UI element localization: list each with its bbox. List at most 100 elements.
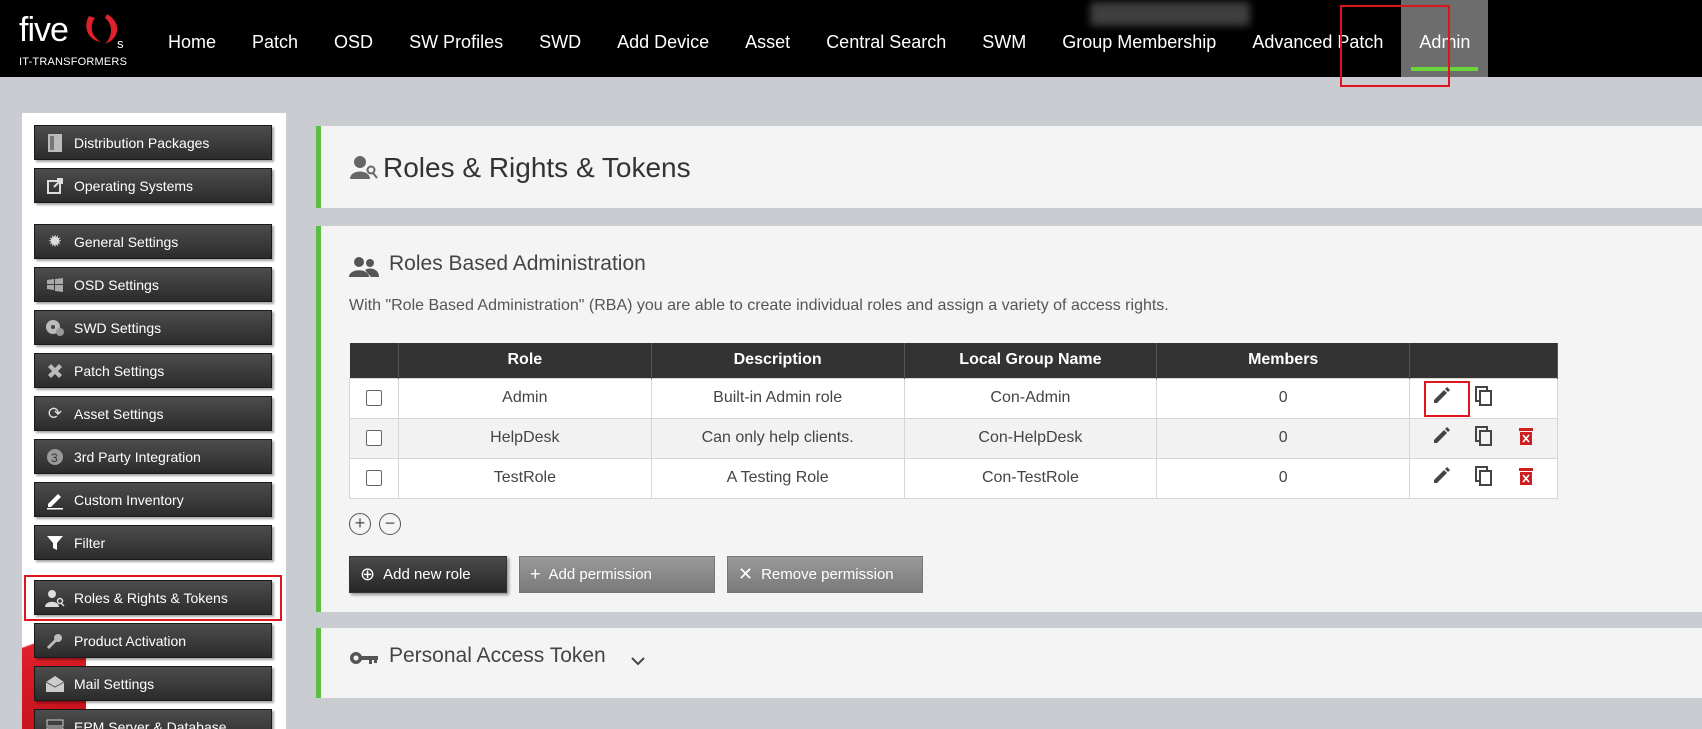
nav-central-search[interactable]: Central Search: [808, 0, 964, 77]
users-icon: [349, 256, 379, 283]
edit-highlight-box: [1424, 381, 1470, 417]
edit-icon[interactable]: [1422, 466, 1460, 491]
rba-description: With "Role Based Administration" (RBA) y…: [349, 297, 1169, 314]
sidebar-item-3rd-party-integration[interactable]: 3 3rd Party Integration: [34, 439, 272, 474]
column-header-local-group[interactable]: Local Group Name: [904, 343, 1158, 378]
delete-icon[interactable]: [1507, 466, 1545, 491]
row-checkbox[interactable]: [365, 389, 382, 406]
role-cell: Admin: [397, 377, 652, 419]
patch-icon: [42, 361, 68, 381]
nav-sw-profiles[interactable]: SW Profiles: [391, 0, 521, 77]
add-new-role-button[interactable]: ⊕ Add new role: [349, 556, 507, 593]
add-permission-button[interactable]: + Add permission: [519, 556, 715, 593]
sidebar-item-osd-settings[interactable]: OSD Settings: [34, 267, 272, 302]
button-label: Add permission: [548, 566, 652, 583]
actions-column-header: [1409, 343, 1558, 378]
sidebar-item-filter[interactable]: Filter: [34, 525, 272, 560]
sidebar-item-product-activation[interactable]: Product Activation: [34, 623, 272, 658]
members-cell: 0: [1156, 457, 1411, 499]
svg-text:3: 3: [51, 451, 58, 465]
admin-highlight-box: [1340, 5, 1450, 87]
members-cell: 0: [1156, 417, 1411, 459]
row-checkbox[interactable]: [365, 429, 382, 446]
role-cell: HelpDesk: [397, 417, 652, 459]
sidebar-item-label: Mail Settings: [74, 675, 155, 692]
gear-icon: ✹: [47, 232, 63, 251]
select-column-header: [349, 343, 399, 378]
roles-table: Role Description Local Group Name Member…: [349, 343, 1558, 499]
sidebar-item-mail-settings[interactable]: Mail Settings: [34, 666, 272, 701]
nav-asset[interactable]: Asset: [727, 0, 808, 77]
sidebar-item-label: Distribution Packages: [74, 134, 210, 151]
nav-swm[interactable]: SWM: [964, 0, 1044, 77]
members-cell: 0: [1156, 377, 1411, 419]
sidebar-item-distribution-packages[interactable]: Distribution Packages: [34, 125, 272, 160]
sidebar-item-custom-inventory[interactable]: Custom Inventory: [34, 482, 272, 517]
column-header-role[interactable]: Role: [398, 343, 652, 378]
fives-logo[interactable]: five s IT-TRANSFORMERS: [19, 10, 139, 68]
nav-osd[interactable]: OSD: [316, 0, 391, 77]
plus-icon: +: [530, 564, 541, 584]
mail-icon: [42, 675, 68, 693]
rba-section-title: Roles Based Administration: [389, 252, 646, 275]
nav-group-membership[interactable]: Group Membership: [1044, 0, 1234, 77]
sidebar-item-label: 3rd Party Integration: [74, 448, 201, 465]
filter-icon: [42, 534, 68, 552]
button-label: Add new role: [383, 566, 471, 583]
edit-icon[interactable]: [1422, 426, 1460, 451]
nav-swd[interactable]: SWD: [521, 0, 599, 77]
sidebar-item-label: Patch Settings: [74, 362, 165, 379]
sidebar-item-general-settings[interactable]: ✹ General Settings: [34, 224, 272, 259]
personal-access-token-title: Personal Access Token: [389, 644, 606, 667]
chevron-down-icon[interactable]: [631, 653, 645, 671]
button-label: Remove permission: [761, 566, 894, 583]
rba-panel: Roles Based Administration With "Role Ba…: [316, 226, 1702, 612]
main-nav: Home Patch OSD SW Profiles SWD Add Devic…: [150, 0, 1489, 77]
personal-access-token-panel[interactable]: Personal Access Token: [316, 628, 1702, 698]
copy-icon[interactable]: [1465, 465, 1503, 492]
collapse-all-icon[interactable]: −: [379, 513, 401, 535]
key-icon: [349, 650, 379, 671]
logo-wordmark: five: [19, 11, 69, 49]
wrench-icon: [42, 632, 68, 650]
roles-highlight-box: [24, 575, 282, 621]
sidebar-item-label: OSD Settings: [74, 276, 159, 293]
sidebar-item-patch-settings[interactable]: Patch Settings: [34, 353, 272, 388]
sidebar-item-swd-settings[interactable]: SWD Settings: [34, 310, 272, 345]
group-cell: Con-Admin: [903, 377, 1158, 419]
integration-icon: 3: [42, 447, 68, 467]
sidebar-item-label: Filter: [74, 534, 106, 551]
group-cell: Con-HelpDesk: [903, 417, 1158, 459]
nav-add-device[interactable]: Add Device: [599, 0, 727, 77]
table-row[interactable]: Admin Built-in Admin role Con-Admin 0: [349, 377, 1558, 419]
delete-icon[interactable]: [1507, 426, 1545, 451]
logo-tagline: IT-TRANSFORMERS: [19, 56, 128, 68]
table-row[interactable]: TestRole A Testing Role Con-TestRole 0: [349, 457, 1558, 499]
sidebar-item-label: SWD Settings: [74, 319, 162, 336]
group-cell: Con-TestRole: [903, 457, 1158, 499]
rba-actions: ⊕ Add new role + Add permission ✕ Remove…: [349, 556, 923, 593]
expand-collapse-controls: + −: [349, 513, 401, 535]
table-row[interactable]: HelpDesk Can only help clients. Con-Help…: [349, 417, 1558, 459]
external-link-icon: [42, 177, 68, 195]
copy-icon[interactable]: [1465, 385, 1503, 412]
server-icon: [42, 718, 68, 729]
copy-icon[interactable]: [1465, 425, 1503, 452]
expand-all-icon[interactable]: +: [349, 513, 371, 535]
column-header-members[interactable]: Members: [1156, 343, 1411, 378]
remove-permission-button[interactable]: ✕ Remove permission: [727, 556, 923, 593]
logo-suffix: s: [117, 36, 124, 51]
row-checkbox[interactable]: [365, 469, 382, 486]
column-header-description[interactable]: Description: [651, 343, 905, 378]
sidebar-item-epm-server-database[interactable]: EPM Server & Database: [34, 709, 272, 729]
close-icon: ✕: [738, 564, 754, 584]
nav-patch[interactable]: Patch: [234, 0, 316, 77]
refresh-icon: ⟳: [47, 404, 63, 423]
sidebar-item-label: Product Activation: [74, 632, 187, 649]
sidebar-item-label: Custom Inventory: [74, 491, 184, 508]
sidebar-item-asset-settings[interactable]: ⟳ Asset Settings: [34, 396, 272, 431]
sidebar-item-label: Operating Systems: [74, 177, 194, 194]
nav-home[interactable]: Home: [150, 0, 234, 77]
sidebar-item-operating-systems[interactable]: Operating Systems: [34, 168, 272, 203]
page-title: Roles & Rights & Tokens: [383, 152, 691, 183]
